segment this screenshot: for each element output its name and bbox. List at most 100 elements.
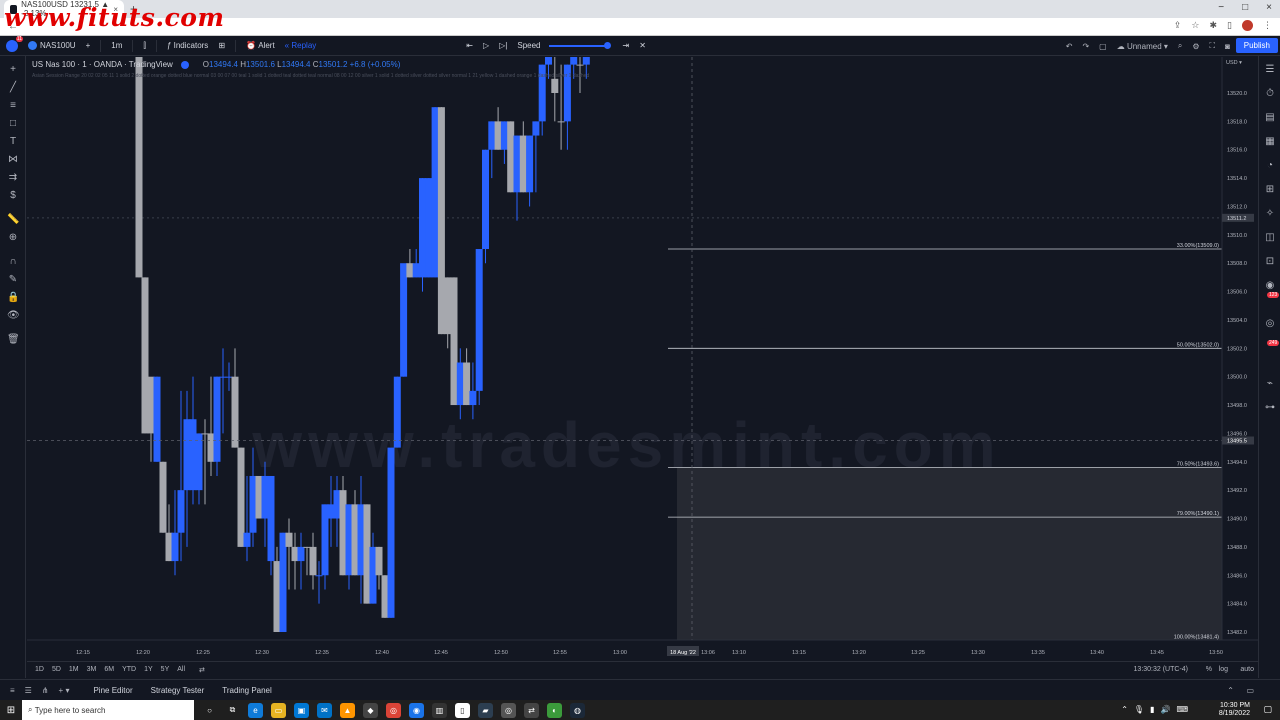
app-icon[interactable]: ▥ <box>432 702 447 718</box>
templates-icon[interactable]: ⊞ <box>218 41 225 50</box>
candle-body[interactable] <box>450 277 458 406</box>
candle-body[interactable] <box>225 376 233 378</box>
steam-icon[interactable]: ◍ <box>570 702 585 718</box>
mail-icon[interactable]: ✉ <box>317 702 332 718</box>
edge-icon[interactable]: e <box>248 702 263 718</box>
currency-label[interactable]: USD ▾ <box>1226 60 1242 66</box>
drawing-cursor-icon[interactable]: + ▾ <box>59 686 70 695</box>
fib-retracement-icon[interactable]: ≡ <box>7 100 19 112</box>
profile-avatar[interactable] <box>1242 20 1253 31</box>
streams-icon[interactable]: ⊡ <box>1264 256 1276 268</box>
crosshair-icon[interactable]: + <box>7 64 19 76</box>
candle-body[interactable] <box>255 475 263 519</box>
store-icon[interactable]: ▣ <box>294 702 309 718</box>
close-replay-icon[interactable]: ✕ <box>639 41 646 50</box>
time-axis[interactable]: 12:15 12:20 12:25 12:30 12:35 12:40 12:45 12:50… <box>27 639 1258 661</box>
goto-date-icon[interactable]: ⇄ <box>199 666 205 674</box>
cortana-icon[interactable]: ○ <box>202 703 217 718</box>
magnet-icon[interactable]: ∩ <box>7 256 19 268</box>
candle-body[interactable] <box>285 532 293 547</box>
candle-body[interactable] <box>147 376 155 434</box>
play-icon[interactable]: ▷ <box>483 41 489 50</box>
candle-body[interactable] <box>309 546 317 576</box>
object-tree-icon[interactable]: ☰ <box>25 686 32 695</box>
candle-body[interactable] <box>519 135 527 193</box>
indicator-template-icon[interactable]: ⋔ <box>42 686 49 695</box>
panel-collapse-icon[interactable]: ≡ <box>10 686 15 695</box>
close-window-button[interactable]: × <box>1266 2 1272 13</box>
candle-body[interactable] <box>345 504 353 576</box>
candle-body[interactable] <box>469 390 477 406</box>
chart-type-icon[interactable]: ⫿ <box>143 41 146 51</box>
grid-icon[interactable]: ⊞ <box>1264 184 1276 196</box>
candle-body[interactable] <box>321 504 329 576</box>
range-1m[interactable]: 1M <box>69 666 79 673</box>
candle-body[interactable] <box>444 277 452 335</box>
trendline-icon[interactable]: ╱ <box>7 82 19 94</box>
candle-body[interactable] <box>393 376 401 448</box>
price-axis[interactable]: 13520.0 13518.0 13516.0 13514.0 13512.0 13510… <box>1221 57 1258 640</box>
candle-body[interactable] <box>189 419 197 491</box>
publish-button[interactable]: Publish <box>1235 38 1278 53</box>
candle-body[interactable] <box>400 263 408 377</box>
document-icon[interactable]: ▯ <box>455 702 470 718</box>
ruler-icon[interactable]: 📏 <box>7 214 19 226</box>
trash-icon[interactable]: 🗑 <box>7 334 20 346</box>
candle-body[interactable] <box>513 135 521 193</box>
dollar-icon[interactable]: $ <box>7 190 19 202</box>
candle-body[interactable] <box>327 504 335 519</box>
rectangle-icon[interactable]: □ <box>7 118 19 130</box>
candle-body[interactable] <box>582 57 590 65</box>
candle-body[interactable] <box>237 447 245 547</box>
symbol-search[interactable]: NAS100U <box>28 41 76 50</box>
chart-clock[interactable]: 13:30:32 (UTC-4) <box>1134 666 1188 673</box>
candle-body[interactable] <box>369 546 377 604</box>
candle-body[interactable] <box>279 532 287 632</box>
file-explorer-icon[interactable]: ▭ <box>271 702 286 718</box>
range-all[interactable]: All <box>177 666 185 673</box>
range-ytd[interactable]: YTD <box>122 666 136 673</box>
candle-body[interactable] <box>165 532 173 562</box>
sidebar-icon[interactable]: ▯ <box>1227 20 1232 31</box>
range-5y[interactable]: 5Y <box>161 666 170 673</box>
candle-body[interactable] <box>141 277 149 434</box>
taskbar-search-input[interactable]: ⌕ Type here to search <box>22 700 194 720</box>
bookmark-star-icon[interactable]: ☆ <box>1191 20 1199 31</box>
candle-body[interactable] <box>333 490 341 519</box>
range-6m[interactable]: 6M <box>104 666 114 673</box>
candle-body[interactable] <box>363 504 371 604</box>
candle-body[interactable] <box>463 362 471 406</box>
candle-body[interactable] <box>507 121 515 193</box>
candle-body[interactable] <box>557 121 565 123</box>
candle-body[interactable] <box>177 490 185 533</box>
replay-select-bar-icon[interactable]: ⇤ <box>466 41 473 50</box>
expand-panel-icon[interactable]: ⌃ <box>1227 686 1234 695</box>
network-icon[interactable]: ▮ <box>1150 705 1154 714</box>
candle-body[interactable] <box>261 475 269 519</box>
candle-body[interactable] <box>207 433 215 462</box>
app-icon[interactable]: ▰ <box>478 702 493 718</box>
candle-body[interactable] <box>431 107 439 278</box>
layout-icon[interactable]: ▢ <box>1099 42 1107 51</box>
maximize-button[interactable]: □ <box>1242 2 1248 13</box>
task-view-icon[interactable]: ⧉ <box>225 703 240 718</box>
windows-start-icon[interactable]: ⊞ <box>0 700 22 720</box>
candle-body[interactable] <box>381 575 389 618</box>
candle-body[interactable] <box>570 57 578 65</box>
candle-body[interactable] <box>153 376 161 462</box>
candle-body[interactable] <box>488 121 496 150</box>
candle-body[interactable] <box>576 64 584 66</box>
candle-body[interactable] <box>500 121 508 150</box>
candle-body[interactable] <box>243 532 251 547</box>
auto-scale-toggle[interactable]: auto <box>1240 666 1254 673</box>
pattern-icon[interactable]: ⋈ <box>7 154 19 166</box>
user-avatar[interactable]: 11 <box>6 35 23 52</box>
candle-body[interactable] <box>213 376 221 462</box>
candle-body[interactable] <box>545 57 552 65</box>
candle-body[interactable] <box>551 78 559 93</box>
candle-body[interactable] <box>219 376 227 378</box>
interval-button[interactable]: 1m <box>111 41 122 50</box>
candle-body[interactable] <box>412 263 420 278</box>
chrome-active-icon[interactable]: ◎ <box>501 702 516 718</box>
range-1d[interactable]: 1D <box>35 666 44 673</box>
